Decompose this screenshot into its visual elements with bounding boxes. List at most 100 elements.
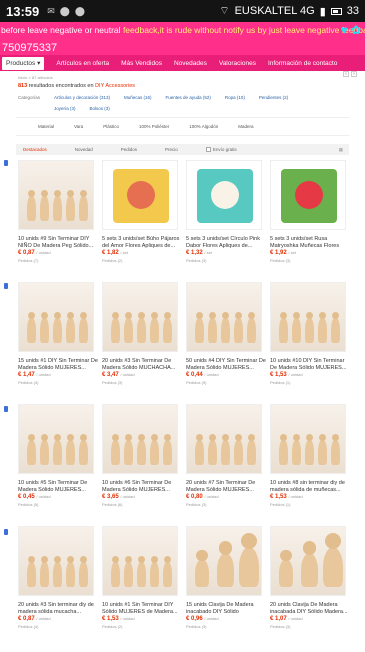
sort-orders[interactable]: Pedidos <box>121 147 137 152</box>
filter-option[interactable]: Joyería (3) <box>54 106 76 111</box>
filter-option[interactable]: Fuentes de ayuda (52) <box>166 95 211 100</box>
product-image[interactable] <box>18 404 94 474</box>
products-dropdown[interactable]: Productos ▾ <box>2 56 45 70</box>
product-image[interactable] <box>102 404 178 474</box>
nav-item-reviews[interactable]: Valoraciones <box>219 60 256 67</box>
product-title[interactable]: 10 unids #8 sin terminar diy de madera s… <box>270 480 350 493</box>
product-image[interactable] <box>102 526 178 596</box>
banner-message: before leave negative or neutral feedbac… <box>1 25 365 35</box>
product-price: € 0,87 / unidad <box>18 250 51 256</box>
product-image[interactable] <box>270 404 346 474</box>
product-image[interactable] <box>186 404 262 474</box>
attr-option[interactable]: Plástico <box>103 124 119 129</box>
attr-option[interactable]: 100% Poliéster <box>139 124 169 129</box>
product-orders: Pedidos (2) <box>102 624 123 629</box>
product-card[interactable]: 10 unids #8 sin terminar diy de madera s… <box>270 404 350 507</box>
filter-option[interactable]: Bolsos (3) <box>90 106 110 111</box>
product-image[interactable] <box>270 282 346 352</box>
product-price: € 3,47 / unidad <box>102 372 135 378</box>
side-marker <box>4 160 8 166</box>
product-title[interactable]: 10 unids #9 Sin Terminar DIY NIÑO De Mad… <box>18 236 98 249</box>
free-shipping-checkbox[interactable]: Envío gratis <box>205 147 237 152</box>
product-title[interactable]: 20 unids Clavija De Madera inacabada DIY… <box>270 602 350 615</box>
product-image[interactable] <box>270 160 346 230</box>
product-image[interactable] <box>18 282 94 352</box>
product-card[interactable]: 10 unids #10 DIY Sin Terminar De Madera … <box>270 282 350 385</box>
product-orders: Pedidos (4) <box>18 380 39 385</box>
nav-item-bestsellers[interactable]: Más Vendidos <box>121 60 162 67</box>
category-filters: Categorías Artículos y decoración (313) … <box>0 89 365 111</box>
product-image[interactable] <box>186 526 262 596</box>
product-title[interactable]: 15 unids #1 DIY Sin Terminar De Madera S… <box>18 358 98 371</box>
product-title[interactable]: 10 unids #5 Sin Terminar De Madera Sólid… <box>18 480 98 493</box>
side-marker <box>4 406 8 412</box>
store-nav: Productos ▾ Artículos en oferta Más Vend… <box>0 55 365 71</box>
product-card[interactable]: 5 sets 3 unids/set Rusa Matryoshka Muñec… <box>270 160 350 263</box>
product-image[interactable] <box>102 160 178 230</box>
nav-item-offers[interactable]: Artículos en oferta <box>56 60 109 67</box>
product-orders: Pedidos (3) <box>270 624 291 629</box>
prev-page-icon[interactable]: ‹ <box>343 71 349 77</box>
product-card[interactable]: 5 sets 3 unids/set Círculo Pink Dabor Fl… <box>186 160 266 263</box>
product-card[interactable]: 10 unids #1 Sin Terminar DIY Sólido MUJE… <box>102 526 182 629</box>
product-price: € 1,47 / unidad <box>18 372 51 378</box>
product-title[interactable]: 5 sets 3 unids/set Círculo Pink Dabor Fl… <box>186 236 266 249</box>
product-card[interactable]: 15 unids Clavija De Madera inacabado DIY… <box>186 526 266 629</box>
filter-option[interactable]: Ropa (10) <box>225 95 245 100</box>
product-title[interactable]: 10 unids #10 DIY Sin Terminar De Madera … <box>270 358 350 371</box>
product-card[interactable]: 15 unids #1 DIY Sin Terminar De Madera S… <box>18 282 98 385</box>
signal-icon: ▮ <box>319 5 326 18</box>
product-image[interactable] <box>18 160 94 230</box>
product-orders: Pedidos (1) <box>270 380 291 385</box>
filter-option[interactable]: Muñecas (16) <box>124 95 152 100</box>
product-title[interactable]: 20 unids #7 Sin Terminar De Madera Sólid… <box>186 480 266 493</box>
attr-option[interactable]: 100% Algodón <box>189 124 218 129</box>
sort-new[interactable]: Novedad <box>75 147 93 152</box>
product-card[interactable]: 20 unids #3 Sin Terminar De Madera Sólid… <box>102 282 182 385</box>
store-banner: before leave negative or neutral feedbac… <box>0 22 365 41</box>
attr-option[interactable]: Material <box>38 124 54 129</box>
attr-option[interactable]: Vara <box>74 124 83 129</box>
product-orders: Pedidos (1) <box>270 502 291 507</box>
product-title[interactable]: 10 unids #1 Sin Terminar DIY Sólido MUJE… <box>102 602 182 615</box>
sort-price[interactable]: Precio <box>165 147 178 152</box>
product-image[interactable] <box>186 160 262 230</box>
product-card[interactable]: 10 unids #6 Sin Terminar De Madera Sólid… <box>102 404 182 507</box>
product-title[interactable]: 20 unids #3 Sin Terminar De Madera Sólid… <box>102 358 182 371</box>
product-title[interactable]: 50 unids #4 DIY Sin Terminar De Madera S… <box>186 358 266 371</box>
product-card[interactable]: 5 sets 3 unids/set Búho Pájaros del Amor… <box>102 160 182 263</box>
chevron-down-icon: ▾ <box>35 60 41 67</box>
product-card[interactable]: 10 unids #9 Sin Terminar DIY NIÑO De Mad… <box>18 160 98 263</box>
product-card[interactable]: 20 unids #3 Sin terminar diy de madera s… <box>18 526 98 629</box>
product-title[interactable]: 5 sets 3 unids/set Rusa Matryoshka Muñec… <box>270 236 350 249</box>
carrier: EUSKALTEL 4G <box>234 5 315 17</box>
product-card[interactable]: 50 unids #4 DIY Sin Terminar De Madera S… <box>186 282 266 385</box>
product-orders: Pedidos (2) <box>102 258 123 263</box>
grid-view-icon[interactable]: ▦ <box>339 147 343 153</box>
sort-featured[interactable]: Destacados <box>23 147 47 152</box>
product-orders: Pedidos (7) <box>18 258 39 263</box>
product-image[interactable] <box>18 526 94 596</box>
product-card[interactable]: 20 unids #7 Sin Terminar De Madera Sólid… <box>186 404 266 507</box>
product-image[interactable] <box>102 282 178 352</box>
product-title[interactable]: 5 sets 3 unids/set Búho Pájaros del Amor… <box>102 236 182 249</box>
filter-label: Categorías <box>18 95 41 100</box>
product-card[interactable]: 10 unids #5 Sin Terminar De Madera Sólid… <box>18 404 98 507</box>
product-title[interactable]: 20 unids #3 Sin terminar diy de madera s… <box>18 602 98 615</box>
product-title[interactable]: 10 unids #6 Sin Terminar De Madera Sólid… <box>102 480 182 493</box>
product-image[interactable] <box>186 282 262 352</box>
nav-item-contact[interactable]: Información de contacto <box>268 60 337 67</box>
attr-option[interactable]: Madera <box>238 124 253 129</box>
filter-option[interactable]: Artículos y decoración (313) <box>54 95 110 100</box>
product-image[interactable] <box>270 526 346 596</box>
product-title[interactable]: 15 unids Clavija De Madera inacabado DIY… <box>186 602 266 615</box>
notification-icon: ⬤ <box>59 5 70 16</box>
next-page-icon[interactable]: › <box>351 71 357 77</box>
nav-item-new[interactable]: Novedades <box>174 60 207 67</box>
pagination-arrows: ‹ › <box>343 71 357 77</box>
product-orders: Pedidos (3) <box>270 258 291 263</box>
product-price: € 1,92 / set <box>270 250 296 256</box>
product-card[interactable]: 20 unids Clavija De Madera inacabada DIY… <box>270 526 350 629</box>
filter-option[interactable]: Pendientes (2) <box>259 95 288 100</box>
product-orders: Pedidos (3) <box>186 502 207 507</box>
